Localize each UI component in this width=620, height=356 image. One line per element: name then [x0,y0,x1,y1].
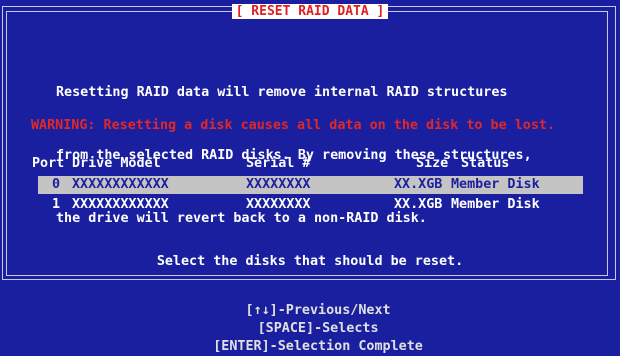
row-status: Member Disk [451,197,540,212]
description: Resetting RAID data will remove internal… [56,40,596,250]
row-port: 0 [52,177,61,192]
table-row[interactable]: 0 XXXXXXXXXXXX XXXXXXXX XX.XGB Member Di… [38,176,583,194]
key-hint-complete: [ENTER]-Selection Complete [213,339,423,354]
row-size: XX.XGB [394,177,443,192]
key-help-bar: [↑↓]-Previous/Next [SPACE]-Selects [ENTE… [0,284,620,354]
header-size: Size [416,156,449,171]
prompt-text: Select the disks that should be reset. [156,254,464,269]
row-model: XXXXXXXXXXXX [72,197,169,212]
header-status: Status [461,156,510,171]
row-port: 1 [52,197,61,212]
header-model: Drive Model [72,156,161,171]
key-hint-nav: [↑↓]-Previous/Next [245,303,391,318]
dialog-title: [ RESET RAID DATA ] [0,4,620,19]
row-serial: XXXXXXXX [246,197,311,212]
table-header: Port Drive Model Serial # Size Status [32,155,592,173]
table-row[interactable]: 1 XXXXXXXXXXXX XXXXXXXX XX.XGB Member Di… [38,196,583,214]
description-line: Resetting RAID data will remove internal… [56,85,508,100]
warning-text: WARNING: Resetting a disk causes all dat… [31,118,556,133]
header-port: Port [32,156,65,171]
key-hint-select: [SPACE]-Selects [257,321,379,336]
row-size: XX.XGB [394,197,443,212]
row-status: Member Disk [451,177,540,192]
dialog-title-text: [ RESET RAID DATA ] [231,4,389,19]
header-serial: Serial # [246,156,311,171]
row-model: XXXXXXXXXXXX [72,177,169,192]
row-serial: XXXXXXXX [246,177,311,192]
